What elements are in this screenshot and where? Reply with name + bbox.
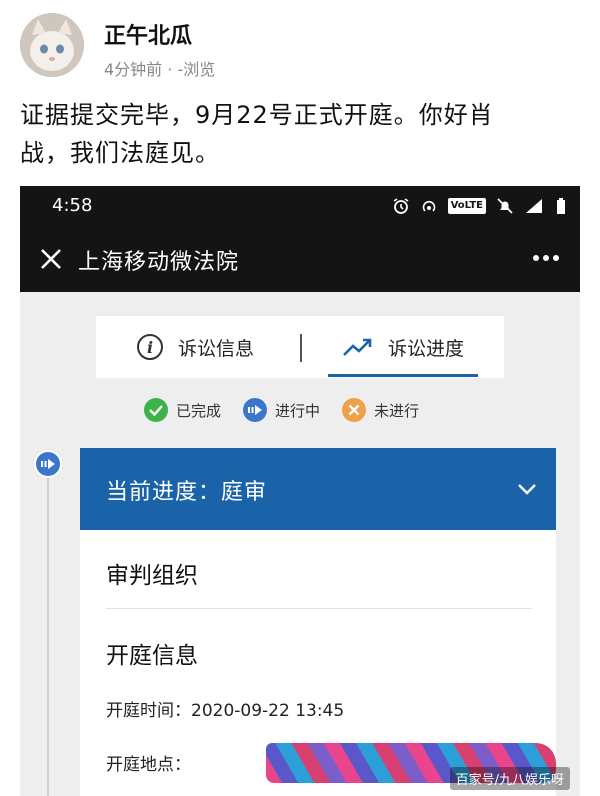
tab-divider	[300, 334, 302, 362]
hearing-place-row: 开庭地点：	[106, 750, 191, 775]
tab-litigation-progress[interactable]: 诉讼进度	[342, 316, 464, 378]
phone-screenshot: 4:58 VoLTE 上海移动微法院 i 诉讼信息 诉讼进度 已完成 进行中 未…	[20, 186, 580, 796]
volte-badge: VoLTE	[447, 198, 486, 214]
close-icon[interactable]	[36, 244, 66, 274]
post-text: 证据提交完毕，9月22号正式开庭。你好肖 战，我们法庭见。	[20, 96, 580, 172]
timeline-line	[47, 466, 49, 796]
tab-litigation-info[interactable]: i 诉讼信息	[136, 316, 254, 378]
alarm-icon	[393, 198, 409, 214]
avatar[interactable]	[20, 13, 84, 77]
status-time: 4:58	[52, 195, 93, 216]
status-legend: 已完成 进行中 未进行	[144, 398, 419, 422]
watermark: 百家号/九八娱乐呀	[449, 767, 570, 790]
post-text-line-1: 证据提交完毕，9月22号正式开庭。你好肖	[20, 101, 494, 129]
trend-icon	[343, 338, 372, 356]
post-text-line-2: 战，我们法庭见。	[20, 139, 220, 167]
legend-completed-label: 已完成	[176, 401, 222, 420]
tab-bar: i 诉讼信息 诉讼进度	[96, 316, 504, 378]
cross-icon	[342, 398, 367, 422]
timeline-node	[34, 450, 62, 478]
current-progress-title: 当前进度：庭审	[106, 480, 268, 505]
status-bar: 4:58 VoLTE	[20, 186, 580, 226]
legend-in-progress: 进行中	[243, 398, 320, 422]
battery-icon	[557, 198, 565, 214]
info-icon: i	[137, 334, 163, 360]
section-hearing-info[interactable]: 开庭信息	[106, 636, 198, 670]
mute-bell-icon	[497, 198, 513, 214]
hearing-time-value: 2020-09-22 13:45	[191, 701, 345, 721]
legend-not-started: 未进行	[342, 398, 419, 422]
progress-card: 当前进度：庭审 审判组织 开庭信息 开庭时间：2020-09-22 13:45 …	[80, 448, 556, 796]
svg-text:i: i	[147, 338, 153, 357]
current-progress-header[interactable]: 当前进度：庭审	[80, 448, 556, 530]
status-icons: VoLTE	[392, 194, 566, 218]
hearing-time-label: 开庭时间：	[106, 701, 191, 721]
chevron-down-icon[interactable]	[514, 476, 540, 502]
app-bar: 上海移动微法院	[20, 226, 580, 292]
legend-completed: 已完成	[144, 398, 221, 422]
hotspot-icon	[422, 200, 435, 212]
legend-not-started-label: 未进行	[374, 401, 420, 420]
post-meta: 4分钟前 · -浏览	[104, 60, 216, 79]
section-divider	[106, 608, 532, 609]
app-title: 上海移动微法院	[78, 250, 240, 275]
tab-active-indicator	[328, 374, 478, 377]
more-options-icon[interactable]	[530, 248, 562, 268]
section-trial-organization[interactable]: 审判组织	[106, 556, 198, 590]
tab-litigation-info-label: 诉讼信息	[178, 337, 255, 360]
cat-avatar-icon	[20, 13, 84, 77]
tab-litigation-progress-label: 诉讼进度	[388, 337, 465, 360]
signal-4g-icon	[526, 199, 542, 213]
timeline-in-progress-icon	[36, 452, 60, 476]
post-author[interactable]: 正午北瓜	[104, 18, 192, 50]
check-icon	[144, 398, 168, 422]
hearing-place-label: 开庭地点：	[106, 755, 191, 775]
hearing-time-row: 开庭时间：2020-09-22 13:45	[106, 696, 344, 721]
legend-in-progress-label: 进行中	[275, 401, 321, 420]
in-progress-arrow-icon	[243, 398, 268, 422]
